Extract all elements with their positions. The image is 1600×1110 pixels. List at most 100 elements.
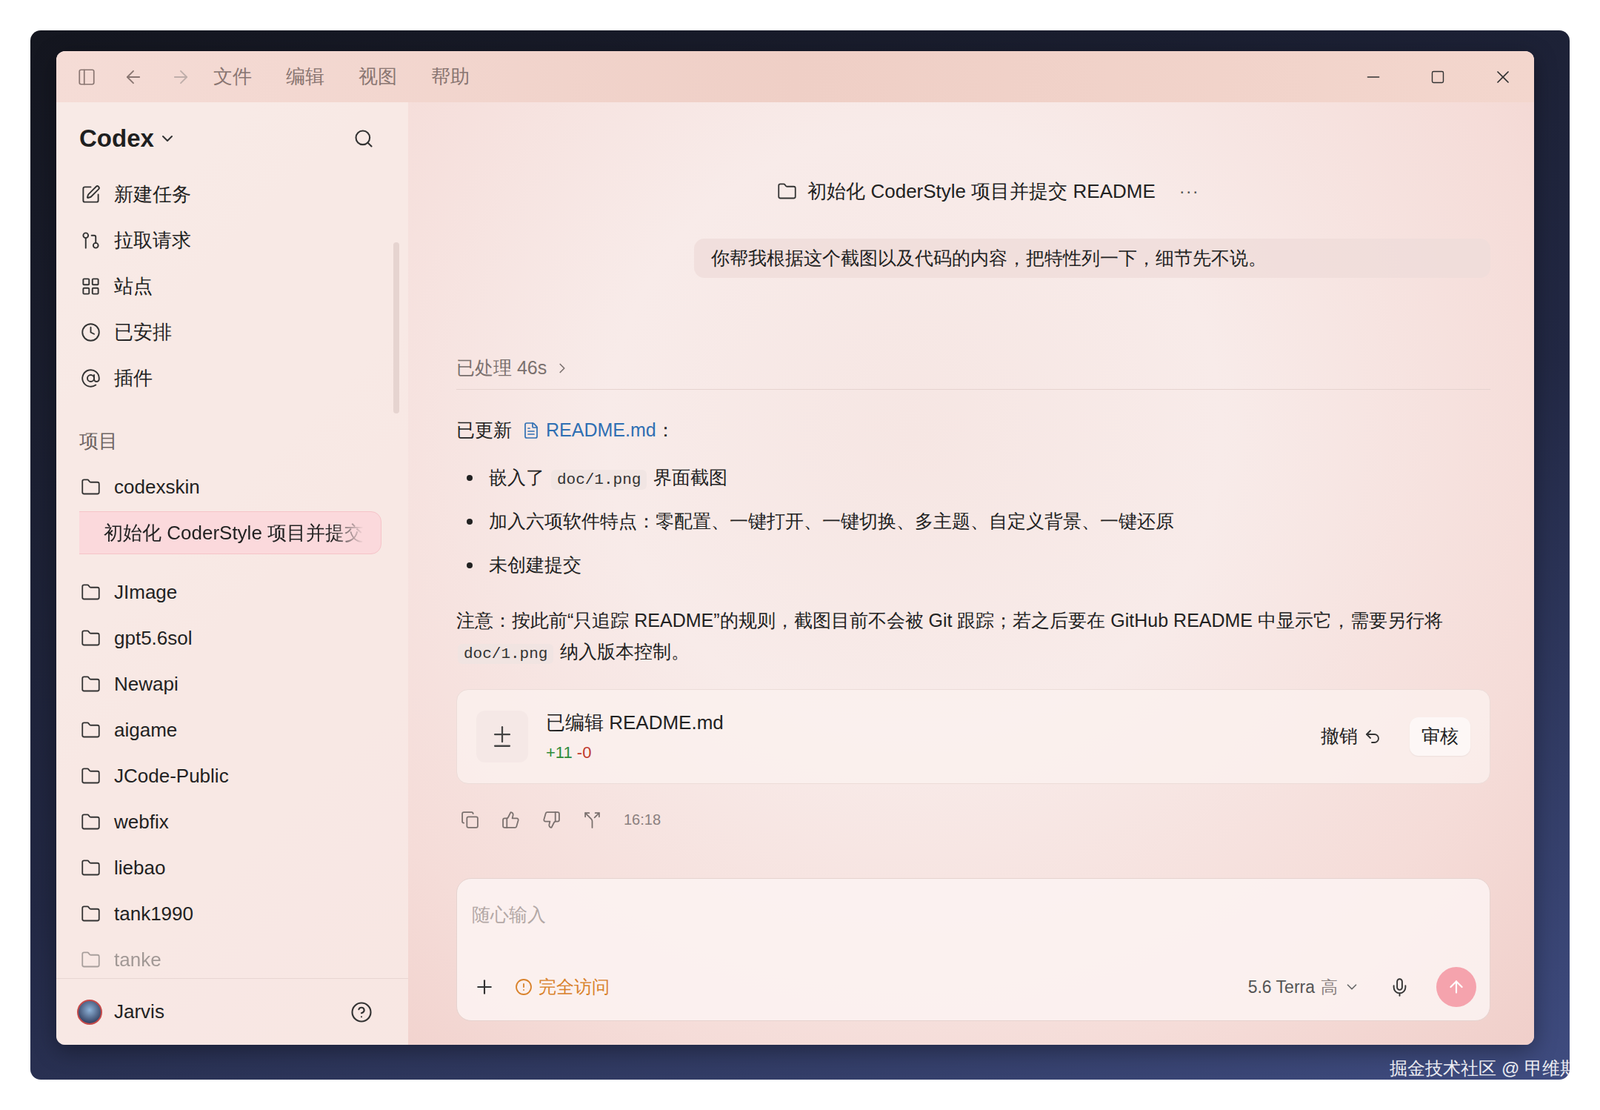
nav-item[interactable]: 插件 — [79, 354, 382, 401]
copy-icon[interactable] — [460, 810, 480, 829]
plus-icon[interactable] — [473, 975, 496, 998]
fork-icon[interactable] — [582, 810, 602, 829]
menu-item[interactable]: 文件 — [213, 62, 252, 92]
folder-icon — [80, 674, 101, 695]
send-button[interactable] — [1436, 966, 1477, 1007]
user-name[interactable]: Jarvis — [114, 997, 165, 1026]
search-icon[interactable] — [353, 128, 375, 149]
undo-icon — [1363, 727, 1382, 746]
nav-item[interactable]: 已安排 — [79, 308, 382, 355]
diff-icon — [489, 723, 515, 749]
inline-code: doc/1.png — [457, 643, 554, 664]
nav-item[interactable]: 新建任务 — [79, 171, 382, 218]
folder-icon — [80, 811, 101, 832]
message-time: 16:18 — [623, 808, 661, 831]
file-icon — [522, 421, 540, 440]
edit-title: 已编辑 README.md — [545, 708, 724, 738]
bullet-list: 嵌入了 doc/1.png 界面截图加入六项软件特点：零配置、一键打开、一键切换… — [456, 461, 1491, 582]
app-switcher[interactable]: Codex — [79, 120, 177, 158]
close-icon[interactable] — [1492, 66, 1514, 88]
app-header: Codex — [79, 120, 382, 158]
folder-icon — [80, 949, 101, 970]
sidebar-scrollbar[interactable] — [393, 242, 400, 414]
thread-title: 初始化 CoderStyle 项目并提交 README — [807, 177, 1156, 206]
project-item[interactable]: liebao — [79, 844, 382, 891]
project-item[interactable]: tanke — [79, 936, 382, 978]
maximize-icon[interactable] — [1430, 69, 1446, 85]
project-item[interactable]: webfix — [79, 798, 382, 845]
screen: 文件编辑视图帮助Codex新建任务拉取请求站点已安排插件项目codexskin初… — [0, 0, 1600, 1110]
project-item[interactable]: gpt5.6sol — [79, 614, 382, 661]
project-item[interactable]: JImage — [79, 568, 382, 615]
thumbs-up-icon[interactable] — [501, 810, 520, 829]
forward-arrow-icon[interactable] — [170, 66, 192, 88]
thread-header: 初始化 CoderStyle 项目并提交 README ··· — [456, 172, 1491, 210]
folder-icon — [80, 857, 101, 878]
chevron-down-icon — [158, 129, 177, 148]
composer-input[interactable]: 随心输入 — [470, 900, 1477, 929]
avatar[interactable] — [77, 999, 103, 1025]
bullet-dot — [466, 562, 473, 569]
folder-icon — [80, 765, 101, 786]
project-list: codexskin初始化 CoderStyle 项目并提交 JImagegpt5.… — [79, 463, 382, 978]
thread-item[interactable]: 初始化 CoderStyle 项目并提交 — [79, 511, 382, 555]
inline-code: doc/1.png — [551, 469, 647, 490]
message-actions: 16:18 — [456, 805, 1491, 833]
diff-icon-box — [476, 710, 529, 763]
folder-icon — [80, 477, 101, 498]
app-window: 文件编辑视图帮助Codex新建任务拉取请求站点已安排插件项目codexskin初… — [56, 51, 1535, 1045]
model-selector[interactable]: 5.6 Terra高 — [1248, 974, 1360, 1000]
nav-icon — [80, 368, 101, 389]
help-icon[interactable] — [350, 1000, 373, 1023]
desktop-frame: 文件编辑视图帮助Codex新建任务拉取请求站点已安排插件项目codexskin初… — [30, 30, 1570, 1080]
nav-list: 新建任务拉取请求站点已安排插件 — [79, 171, 382, 401]
bullet-item: 嵌入了 doc/1.png 界面截图 — [456, 461, 1491, 495]
minimize-icon[interactable] — [1363, 67, 1383, 87]
chevron-right-icon — [554, 360, 571, 377]
review-button[interactable]: 审核 — [1409, 717, 1471, 756]
chevron-down-icon — [1343, 978, 1360, 995]
undo-button[interactable]: 撤销 — [1320, 722, 1382, 751]
folder-icon — [777, 181, 798, 202]
more-button[interactable]: ··· — [1179, 177, 1200, 205]
composer-toolbar: 完全访问 5.6 Terra高 — [470, 966, 1477, 1007]
mic-icon[interactable] — [1389, 977, 1410, 998]
nav-icon — [80, 276, 101, 297]
sidebar-footer: Jarvis — [56, 977, 409, 1045]
menu-item[interactable]: 视图 — [358, 62, 398, 92]
access-button[interactable]: 完全访问 — [514, 973, 610, 1000]
user-message: 你帮我根据这个截图以及代码的内容，把特性列一下，细节先不说。 — [694, 238, 1491, 278]
project-item[interactable]: codexskin — [79, 463, 382, 510]
project-item[interactable]: JCode-Public — [79, 752, 382, 799]
diff-stats: +11 -0 — [545, 740, 724, 765]
project-item[interactable]: Newapi — [79, 660, 382, 707]
bullet-item: 加入六项软件特点：零配置、一键打开、一键切换、多主题、自定义背景、一键还原 — [456, 505, 1491, 538]
folder-icon — [80, 628, 101, 649]
alert-icon — [514, 977, 533, 996]
processed-row[interactable]: 已处理 46s — [456, 353, 1491, 390]
sidebar-toggle-icon[interactable] — [77, 67, 97, 87]
bullet-item: 未创建提交 — [456, 548, 1491, 582]
file-link[interactable]: README.md — [545, 416, 657, 445]
menu-item[interactable]: 编辑 — [285, 62, 325, 92]
folder-icon — [80, 720, 101, 740]
thumbs-down-icon[interactable] — [542, 810, 561, 829]
nav-item[interactable]: 站点 — [79, 262, 382, 309]
window-controls — [1363, 66, 1514, 88]
nav-icon — [80, 184, 101, 205]
project-item[interactable]: aigame — [79, 706, 382, 753]
title-bar: 文件 编辑 视图 帮助 — [56, 51, 1535, 103]
menu-bar: 文件 编辑 视图 帮助 — [213, 62, 470, 92]
project-item[interactable]: tank1990 — [79, 890, 382, 937]
sidebar: Codex新建任务拉取请求站点已安排插件项目codexskin初始化 Coder… — [56, 102, 409, 1045]
watermark: 掘金技术社区 @ 甲维斯 — [1389, 1054, 1578, 1082]
sidebar-content: Codex新建任务拉取请求站点已安排插件项目codexskin初始化 Coder… — [56, 102, 409, 978]
bullet-dot — [466, 518, 473, 525]
composer: 随心输入完全访问 5.6 Terra高 — [456, 877, 1491, 1021]
note-paragraph: 注意：按此前“只追踪 README”的规则，截图目前不会被 Git 跟踪；若之后… — [456, 604, 1491, 670]
nav-icon — [80, 322, 101, 343]
folder-icon — [80, 582, 101, 603]
back-arrow-icon[interactable] — [122, 66, 144, 88]
menu-item[interactable]: 帮助 — [431, 62, 470, 92]
nav-item[interactable]: 拉取请求 — [79, 217, 382, 263]
